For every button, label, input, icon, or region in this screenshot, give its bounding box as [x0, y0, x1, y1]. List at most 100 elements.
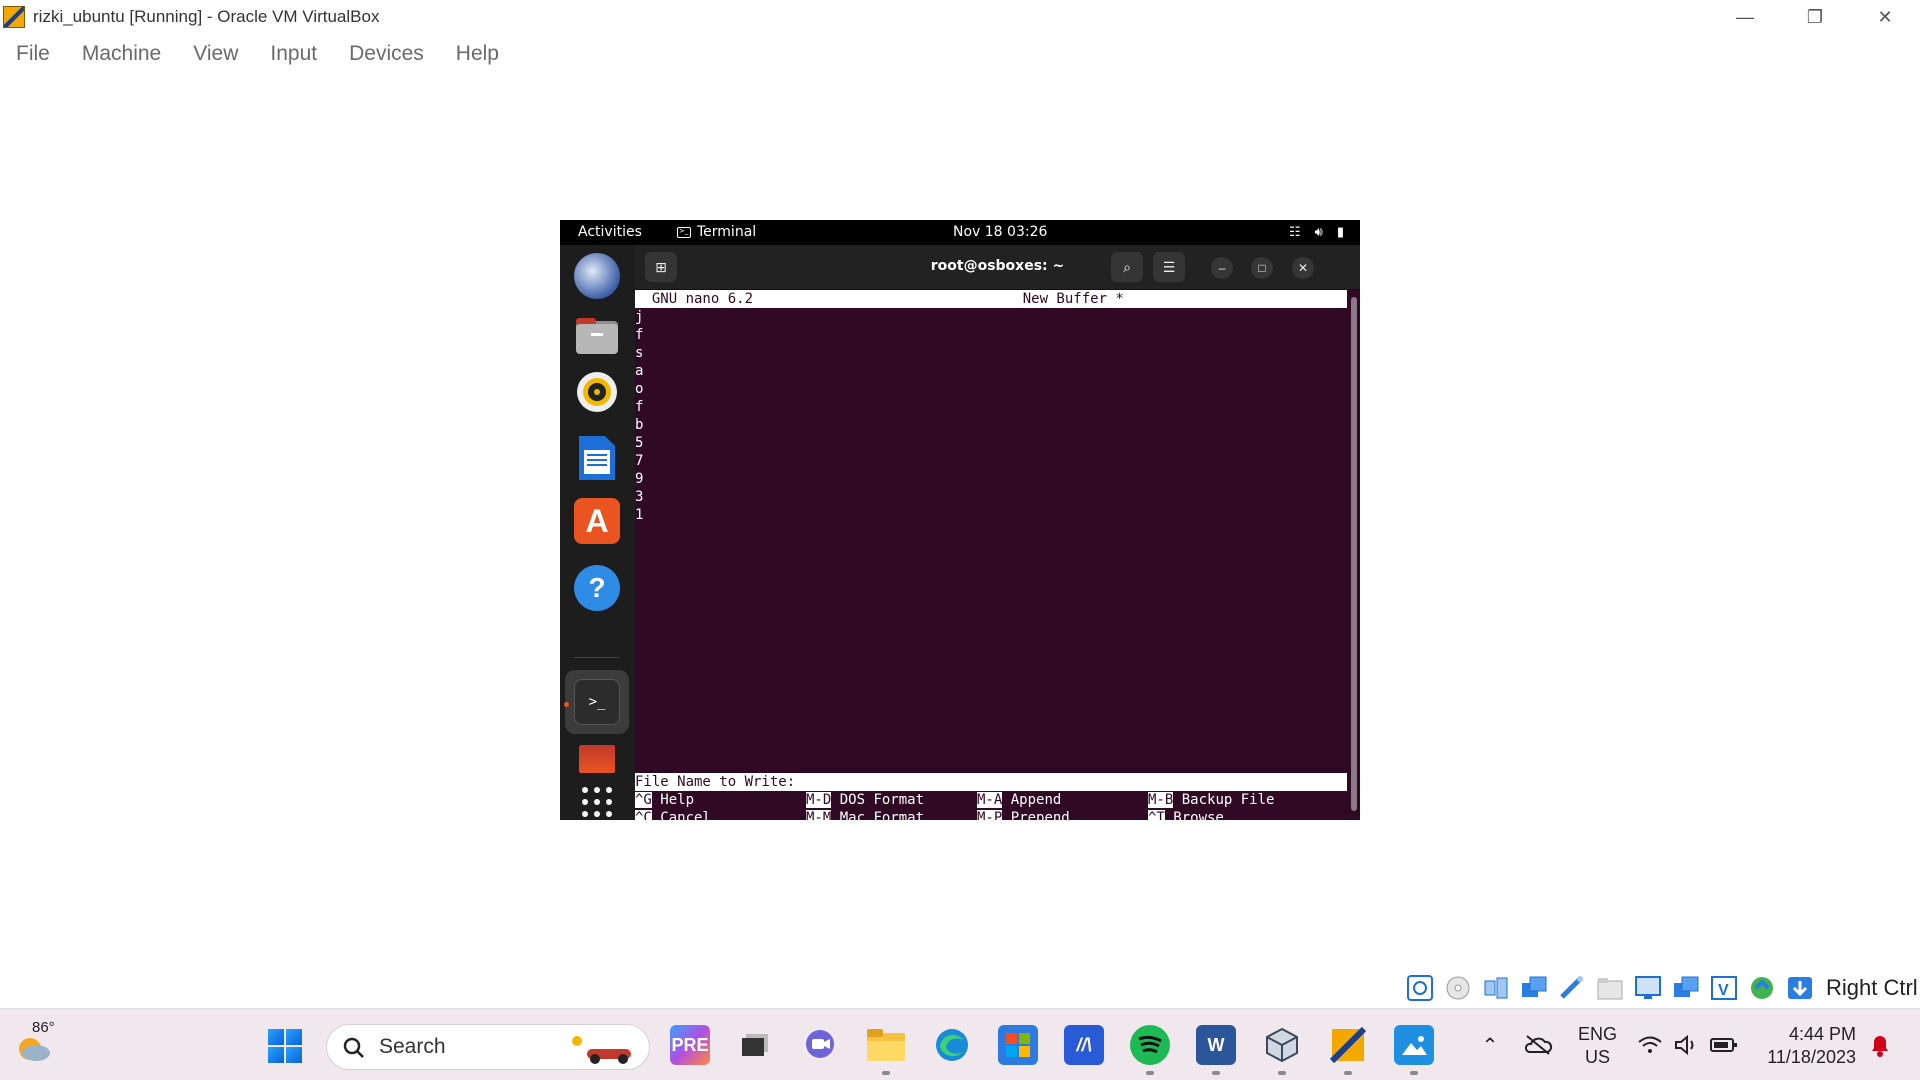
terminal-icon[interactable]: >_ [574, 679, 620, 725]
virtualbox-vm-icon[interactable] [1328, 1025, 1368, 1065]
edge-icon[interactable] [932, 1025, 972, 1065]
app-menu[interactable]: >_ Terminal [677, 224, 756, 240]
audio-icon[interactable] [1480, 973, 1512, 1003]
menu-devices[interactable]: Devices [349, 42, 424, 66]
microsoft-store-icon[interactable] [998, 1025, 1038, 1065]
terminal-menu-button[interactable]: ☰ [1153, 252, 1185, 282]
weather-temperature: 86° [32, 1019, 55, 1036]
speaker-icon[interactable] [1666, 1025, 1706, 1065]
visual-studio-code-icon[interactable]: //\ [1064, 1025, 1104, 1065]
shortcut-backup-file[interactable]: M-B Backup File [1148, 791, 1274, 809]
wifi-icon[interactable] [1630, 1025, 1670, 1065]
writer-icon[interactable] [574, 435, 620, 481]
terminal-search-button[interactable]: ⌕ [1111, 252, 1143, 282]
battery-icon[interactable] [1704, 1025, 1744, 1065]
nano-editor[interactable]: GNU nano 6.2 New Buffer * j f s a o f b … [635, 290, 1347, 820]
app-menu-label: Terminal [697, 224, 757, 240]
word-icon[interactable]: W [1196, 1025, 1236, 1065]
show-apps-icon[interactable] [574, 779, 620, 820]
terminal-headerbar: ⊞ root@osboxes: ~ ⌕ ☰ – □ ✕ [635, 245, 1360, 290]
terminal-close-button[interactable]: ✕ [1292, 257, 1314, 279]
shortcut-browse[interactable]: ^T Browse [1148, 809, 1224, 820]
file-explorer-icon[interactable] [866, 1025, 906, 1065]
window-controls: — ❐ ✕ [1710, 0, 1920, 34]
running-indicator [882, 1071, 890, 1075]
app-center-icon[interactable]: A [574, 498, 620, 544]
search-icon [343, 1037, 364, 1058]
keyboard-capture-icon[interactable] [1784, 973, 1816, 1003]
shortcut-help[interactable]: ^G Help [635, 791, 694, 809]
buffer-line: f [635, 327, 644, 343]
start-button[interactable] [268, 1029, 302, 1063]
teams-chat-icon[interactable] [800, 1025, 840, 1065]
running-indicator [1212, 1071, 1220, 1075]
terminal-minimize-button[interactable]: – [1211, 257, 1233, 279]
optical-drive-icon[interactable] [1442, 973, 1474, 1003]
guest-screen[interactable]: Activities >_ Terminal Nov 18 03:26 ☷ 🔊︎… [560, 220, 1360, 820]
shortcut-row: ^G Help M-D DOS Format M-A Append M-B Ba… [635, 791, 1347, 809]
shortcut-append[interactable]: M-A Append [977, 791, 1061, 809]
minimize-button[interactable]: — [1710, 0, 1780, 34]
screenshot-app-icon[interactable] [579, 745, 615, 773]
taskbar-search[interactable]: Search [326, 1024, 650, 1070]
buffer-line: 5 [635, 435, 644, 451]
menu-view[interactable]: View [193, 42, 238, 66]
running-indicator [1344, 1071, 1352, 1075]
virtualbox-logo-icon [3, 6, 25, 28]
windows-taskbar: 86° Search PRE //\ W ⌃ ENG US 4:44 PM 11… [0, 1008, 1920, 1080]
menu-machine[interactable]: Machine [82, 42, 161, 66]
buffer-line: 1 [635, 507, 644, 523]
shared-folders-icon[interactable] [1594, 973, 1626, 1003]
hard-disk-icon[interactable] [1404, 973, 1436, 1003]
photos-icon[interactable] [1394, 1025, 1434, 1065]
virtualization-icon[interactable]: V [1708, 973, 1740, 1003]
help-icon[interactable]: ? [574, 565, 620, 611]
files-icon[interactable] [574, 313, 620, 359]
buffer-line: 9 [635, 471, 644, 487]
network-adapter-icon[interactable] [1518, 973, 1550, 1003]
spotify-icon[interactable] [1130, 1025, 1170, 1065]
menu-help[interactable]: Help [456, 42, 499, 66]
region-code: US [1585, 1047, 1611, 1067]
notification-bell-icon[interactable] [1860, 1025, 1900, 1065]
shortcut-prepend[interactable]: M-P Prepend [977, 809, 1070, 820]
nano-buffer[interactable]: j f s a o f b 5 7 9 3 1 [635, 308, 1347, 524]
restore-button[interactable]: ❐ [1780, 0, 1850, 34]
buffer-line: o [635, 381, 644, 397]
task-view-icon[interactable] [735, 1025, 775, 1065]
terminal-maximize-button[interactable]: □ [1251, 257, 1273, 279]
buffer-line: 7 [635, 453, 644, 469]
running-indicator [1146, 1071, 1154, 1075]
activities-button[interactable]: Activities [578, 224, 642, 240]
shortcut-dos-format[interactable]: M-D DOS Format [806, 791, 924, 809]
shortcut-mac-format[interactable]: M-M Mac Format [806, 809, 924, 820]
buffer-line: 3 [635, 489, 644, 505]
recording-icon[interactable] [1670, 973, 1702, 1003]
copilot-icon[interactable]: PRE [670, 1025, 710, 1065]
language-indicator[interactable]: ENG US [1578, 1023, 1617, 1069]
guest-additions-icon[interactable] [1746, 973, 1778, 1003]
show-hidden-icons-chevron-icon[interactable]: ⌃ [1470, 1025, 1510, 1065]
display-icon[interactable] [1632, 973, 1664, 1003]
terminal-scrollbar[interactable] [1351, 297, 1357, 811]
shortcut-cancel[interactable]: ^C Cancel [635, 809, 711, 820]
thunderbird-icon[interactable] [574, 253, 620, 299]
taskbar-clock[interactable]: 4:44 PM 11/18/2023 [1760, 1023, 1856, 1069]
menu-input[interactable]: Input [270, 42, 317, 66]
gnome-clock[interactable]: Nov 18 03:26 [953, 224, 1047, 240]
buffer-line: a [635, 363, 644, 379]
onedrive-offline-icon[interactable] [1518, 1025, 1558, 1065]
vbox-statusbar: V Right Ctrl [1404, 971, 1918, 1005]
clock-time: 4:44 PM [1788, 1024, 1856, 1044]
battery-icon: ▮ [1336, 225, 1344, 240]
terminal-window[interactable]: ⊞ root@osboxes: ~ ⌕ ☰ – □ ✕ GNU nano 6.2… [635, 245, 1360, 820]
menu-file[interactable]: File [16, 42, 50, 66]
terminal-small-icon: >_ [677, 226, 691, 238]
system-tray[interactable]: ☷ 🔊︎ ▮ [1289, 225, 1344, 240]
svg-text:V: V [1718, 982, 1729, 999]
close-button[interactable]: ✕ [1850, 0, 1920, 34]
rhythmbox-icon[interactable] [574, 369, 620, 415]
usb-icon[interactable] [1556, 973, 1588, 1003]
virtualbox-cube-icon[interactable] [1262, 1025, 1302, 1065]
filename-prompt[interactable]: File Name to Write: [635, 773, 1347, 791]
